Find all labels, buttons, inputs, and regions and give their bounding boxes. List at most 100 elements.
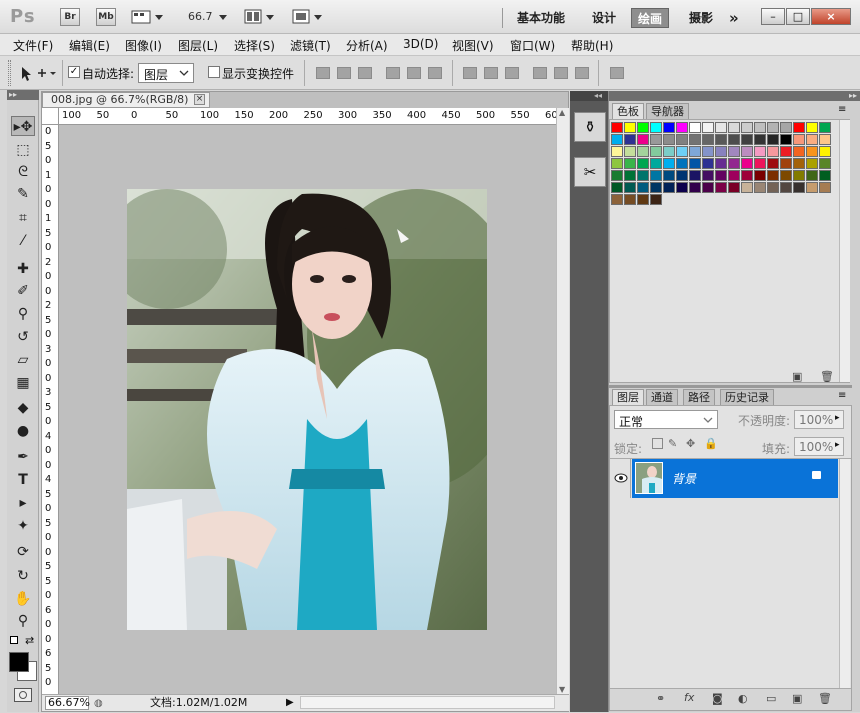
distribute-left-icon[interactable] [533, 67, 547, 79]
color-swatch[interactable] [611, 158, 623, 169]
new-group-icon[interactable]: ▭ [766, 692, 776, 705]
color-swatch[interactable] [793, 170, 805, 181]
color-swatch[interactable] [754, 158, 766, 169]
color-swatch[interactable] [754, 134, 766, 145]
menu-select[interactable]: 选择(S) [234, 37, 275, 54]
color-swatch[interactable] [806, 170, 818, 181]
opacity-field[interactable]: 100% ▸ [794, 410, 844, 429]
layer-visibility-toggle[interactable] [611, 459, 631, 498]
tool-presets-icon[interactable]: ✂ [574, 157, 606, 187]
auto-select-dropdown[interactable]: 图层 [138, 63, 194, 83]
color-swatch[interactable] [715, 182, 727, 193]
color-swatch[interactable] [793, 146, 805, 157]
ruler-origin[interactable] [42, 108, 59, 125]
quick-select-tool-icon[interactable]: ✎ [11, 184, 35, 204]
color-swatch[interactable] [793, 134, 805, 145]
screen-mode-button[interactable] [292, 9, 326, 25]
close-button[interactable]: × [811, 8, 851, 25]
vertical-scrollbar[interactable]: ▲ ▼ [556, 108, 569, 694]
tab-navigator[interactable]: 导航器 [646, 103, 689, 119]
color-swatch[interactable] [650, 122, 662, 133]
color-swatch[interactable] [767, 182, 779, 193]
delete-swatch-icon[interactable]: 🗑 [820, 370, 834, 383]
view-extras-button[interactable] [131, 9, 165, 25]
color-swatch[interactable] [650, 158, 662, 169]
shape-tool-icon[interactable]: ✦ [11, 516, 35, 536]
color-swatch[interactable] [702, 182, 714, 193]
blend-mode-dropdown[interactable]: 正常 [614, 410, 718, 429]
new-layer-icon[interactable]: ▣ [792, 692, 802, 705]
adjustment-layer-icon[interactable]: ◐ [738, 692, 748, 705]
color-swatch[interactable] [689, 122, 701, 133]
add-mask-icon[interactable]: ◙ [712, 692, 723, 705]
color-swatch[interactable] [767, 134, 779, 145]
color-swatch[interactable] [780, 182, 792, 193]
color-swatch[interactable] [676, 134, 688, 145]
color-swatch[interactable] [715, 146, 727, 157]
menu-window[interactable]: 窗口(W) [510, 37, 555, 54]
panel-divider[interactable] [609, 385, 852, 388]
color-swatch[interactable] [611, 170, 623, 181]
status-menu-arrow-icon[interactable]: ▶ [286, 695, 294, 710]
tool-preset-picker[interactable] [20, 64, 58, 82]
3d-rotate-tool-icon[interactable]: ⟳ [11, 542, 35, 562]
gradient-tool-icon[interactable]: ▦ [11, 373, 35, 393]
zoom-dropdown-icon[interactable] [218, 12, 228, 22]
status-info-icon[interactable]: ◍ [94, 696, 103, 711]
menu-analysis[interactable]: 分析(A) [346, 37, 388, 54]
color-swatch[interactable] [663, 158, 675, 169]
distribute-top-icon[interactable] [463, 67, 477, 79]
dodge-tool-icon[interactable]: ● [11, 421, 35, 441]
color-swatch[interactable] [624, 134, 636, 145]
tab-channels[interactable]: 通道 [646, 389, 678, 405]
menu-edit[interactable]: 编辑(E) [69, 37, 110, 54]
color-swatch[interactable] [676, 158, 688, 169]
fill-field[interactable]: 100% ▸ [794, 437, 844, 456]
color-swatch[interactable] [754, 182, 766, 193]
align-vcenter-icon[interactable] [337, 67, 351, 79]
color-swatch[interactable] [780, 170, 792, 181]
brush-presets-icon[interactable]: ⚱ [574, 112, 606, 142]
color-swatch[interactable] [715, 158, 727, 169]
swap-colors-icon[interactable]: ⇄ [25, 634, 34, 647]
horizontal-ruler[interactable]: 100 50 0 50 100 150 200 250 300 350 400 450 500 550 60… [42, 108, 564, 125]
color-swatch[interactable] [819, 122, 831, 133]
path-selection-tool-icon[interactable]: ▸ [11, 493, 35, 513]
color-swatch[interactable] [741, 158, 753, 169]
color-swatch[interactable] [741, 134, 753, 145]
dock-expand-icon[interactable]: ◂◂ [570, 91, 608, 101]
color-swatch[interactable] [793, 182, 805, 193]
color-swatch[interactable] [689, 170, 701, 181]
move-tool-icon[interactable]: ▸✥ [11, 116, 35, 136]
layers-panel-menu-icon[interactable]: ≡ [838, 390, 846, 401]
color-swatch[interactable] [767, 158, 779, 169]
image-canvas[interactable] [127, 189, 487, 630]
color-swatch[interactable] [611, 122, 623, 133]
color-swatch[interactable] [663, 182, 675, 193]
color-swatch[interactable] [650, 146, 662, 157]
link-layers-icon[interactable]: ⚭ [656, 692, 665, 705]
color-swatch[interactable] [715, 170, 727, 181]
menu-view[interactable]: 视图(V) [452, 37, 494, 54]
layer-style-icon[interactable]: fx [684, 691, 694, 704]
color-swatch[interactable] [780, 134, 792, 145]
workspace-design[interactable]: 设计 [592, 8, 616, 28]
swatches-panel-menu-icon[interactable]: ≡ [838, 104, 846, 115]
color-swatch[interactable] [702, 146, 714, 157]
history-brush-tool-icon[interactable]: ↺ [11, 327, 35, 347]
color-swatch[interactable] [624, 122, 636, 133]
color-swatch[interactable] [819, 182, 831, 193]
scroll-up-icon[interactable]: ▲ [559, 108, 565, 117]
auto-select-checkbox[interactable]: ✓ [68, 66, 80, 78]
color-swatch[interactable] [624, 194, 636, 205]
color-swatch[interactable] [650, 194, 662, 205]
color-swatch[interactable] [806, 122, 818, 133]
tab-layers[interactable]: 图层 [612, 389, 644, 405]
color-swatch[interactable] [637, 146, 649, 157]
auto-align-icon[interactable] [610, 67, 624, 79]
color-swatch[interactable] [650, 134, 662, 145]
eyedropper-tool-icon[interactable]: ⁄ [11, 231, 35, 251]
maximize-button[interactable]: □ [786, 8, 810, 25]
clone-stamp-tool-icon[interactable]: ⚲ [11, 304, 35, 324]
tab-swatches[interactable]: 色板 [612, 103, 644, 119]
